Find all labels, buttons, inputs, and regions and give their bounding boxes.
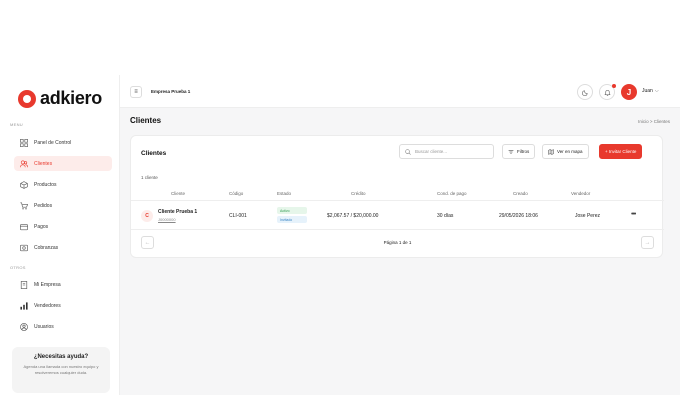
menu-toggle-button[interactable]: ≡ xyxy=(130,86,142,98)
map-button[interactable]: Ver en mapa xyxy=(542,144,589,159)
next-page-button[interactable]: → xyxy=(641,236,654,249)
money-icon xyxy=(20,244,28,252)
search-icon xyxy=(405,148,411,155)
theme-toggle-button[interactable] xyxy=(577,84,593,100)
chart-icon xyxy=(20,301,28,310)
help-card[interactable]: ¿Necesitas ayuda? Agenda una llamada con… xyxy=(12,347,110,393)
column-header[interactable]: Cond. de pago xyxy=(437,191,467,196)
column-header[interactable]: Cliente xyxy=(171,191,185,196)
sidebar-item-label: Clientes xyxy=(34,160,53,167)
sidebar-item-label: Vendedores xyxy=(34,302,61,309)
help-title: ¿Necesitas ayuda? xyxy=(33,354,89,360)
filters-button[interactable]: Filtros xyxy=(502,144,536,159)
sidebar-item-label: Panel de Control xyxy=(34,139,72,146)
map-icon xyxy=(548,148,554,155)
user-circle-icon xyxy=(20,322,28,331)
sidebar-item-vendedores[interactable]: Vendedores xyxy=(14,298,112,313)
menu-section-label: MENU xyxy=(10,122,23,127)
client-count: 1 cliente xyxy=(141,175,158,180)
moon-icon xyxy=(581,89,588,96)
topbar: ≡ Empresa Prueba 1 J Juan ⌵ xyxy=(120,75,680,108)
sidebar-item-productos[interactable]: Productos xyxy=(14,177,112,192)
sidebar-item-mi-empresa[interactable]: Mi Empresa xyxy=(14,277,112,292)
cart-icon xyxy=(20,201,28,210)
sidebar-item-pagos[interactable]: Pagos xyxy=(14,219,112,234)
client-created: 29/05/2026 18:06 xyxy=(499,213,538,219)
sidebar-item-label: Usuarios xyxy=(34,323,54,330)
search-placeholder: Buscar cliente... xyxy=(415,149,448,154)
sidebar-item-label: Pagos xyxy=(34,223,49,230)
main-content: ≡ Empresa Prueba 1 J Juan ⌵ Clientes Ini… xyxy=(120,75,680,395)
column-header[interactable]: Código xyxy=(229,191,243,196)
filters-label: Filtros xyxy=(517,149,530,154)
client-seller: Jose Perez xyxy=(575,213,601,219)
box-icon xyxy=(20,180,28,189)
client-payment-terms: 30 días xyxy=(437,213,454,219)
bell-icon xyxy=(603,89,611,96)
grid-icon xyxy=(20,138,28,147)
user-name: Juan xyxy=(642,88,653,94)
table-row[interactable]: C Cliente Prueba 1 J0000000 CLI-001 Acti… xyxy=(131,202,664,230)
sidebar-item-label: Pedidos xyxy=(34,202,53,209)
table-header: Cliente Código Estado Crédito Cond. de p… xyxy=(131,187,664,201)
status-badge-invited: Invitado xyxy=(277,216,307,223)
client-name[interactable]: Cliente Prueba 1 xyxy=(158,209,197,215)
others-section-label: OTROS xyxy=(10,265,26,270)
app-root: adkiero MENU Panel de Control Clientes P… xyxy=(0,0,680,400)
avatar[interactable]: J xyxy=(621,84,637,100)
client-credit: $2,067.57 / $20,000.00 xyxy=(327,213,379,219)
logo-mark-icon xyxy=(18,89,36,108)
sidebar-item-cobranzas[interactable]: Cobranzas xyxy=(14,240,112,255)
logo-text: adkiero xyxy=(40,88,102,108)
client-id[interactable]: J0000000 xyxy=(158,217,176,222)
clients-card: Clientes Buscar cliente... Filtros Ver e… xyxy=(130,135,664,258)
column-header[interactable]: Crédito xyxy=(351,191,366,196)
invite-client-button[interactable]: + Invitar Cliente xyxy=(599,144,643,159)
sidebar-item-clientes[interactable]: Clientes xyxy=(14,156,112,171)
card-icon xyxy=(20,223,28,231)
notification-dot xyxy=(612,84,616,88)
search-input[interactable]: Buscar cliente... xyxy=(399,144,494,159)
company-name: Empresa Prueba 1 xyxy=(151,89,191,94)
brand-logo[interactable]: adkiero xyxy=(18,88,102,109)
map-label: Ver en mapa xyxy=(557,149,583,154)
breadcrumb[interactable]: Inicio > Clientes xyxy=(638,119,670,124)
arrow-right-icon: → xyxy=(644,239,651,246)
sidebar-item-pedidos[interactable]: Pedidos xyxy=(14,198,112,213)
help-text: Agenda una llamada con nuestro equipo y … xyxy=(23,364,99,375)
hamburger-icon: ≡ xyxy=(134,89,138,95)
sidebar-item-panel[interactable]: Panel de Control xyxy=(14,135,112,150)
status-badge-active: Activo xyxy=(277,207,307,214)
user-menu[interactable]: Juan ⌵ xyxy=(642,88,659,94)
filter-icon xyxy=(508,149,514,154)
column-header[interactable]: Estado xyxy=(277,191,291,196)
sidebar-item-label: Cobranzas xyxy=(34,244,59,251)
column-header[interactable]: Vendedor xyxy=(571,191,590,196)
column-header[interactable]: Creado xyxy=(513,191,528,196)
page-title: Clientes xyxy=(130,116,162,125)
users-icon xyxy=(20,159,28,168)
sidebar-item-label: Productos xyxy=(34,181,57,188)
building-icon xyxy=(20,280,28,289)
sidebar-item-usuarios[interactable]: Usuarios xyxy=(14,319,112,334)
client-code: CLI-001 xyxy=(229,213,247,219)
chevron-down-icon: ⌵ xyxy=(654,88,659,94)
client-avatar: C xyxy=(141,210,153,222)
sidebar: adkiero MENU Panel de Control Clientes P… xyxy=(0,75,120,395)
more-options-icon[interactable]: ••• xyxy=(631,211,636,218)
pagination-text: Página 1 de 1 xyxy=(383,240,412,245)
sidebar-item-label: Mi Empresa xyxy=(34,281,61,288)
card-title: Clientes xyxy=(141,150,167,157)
